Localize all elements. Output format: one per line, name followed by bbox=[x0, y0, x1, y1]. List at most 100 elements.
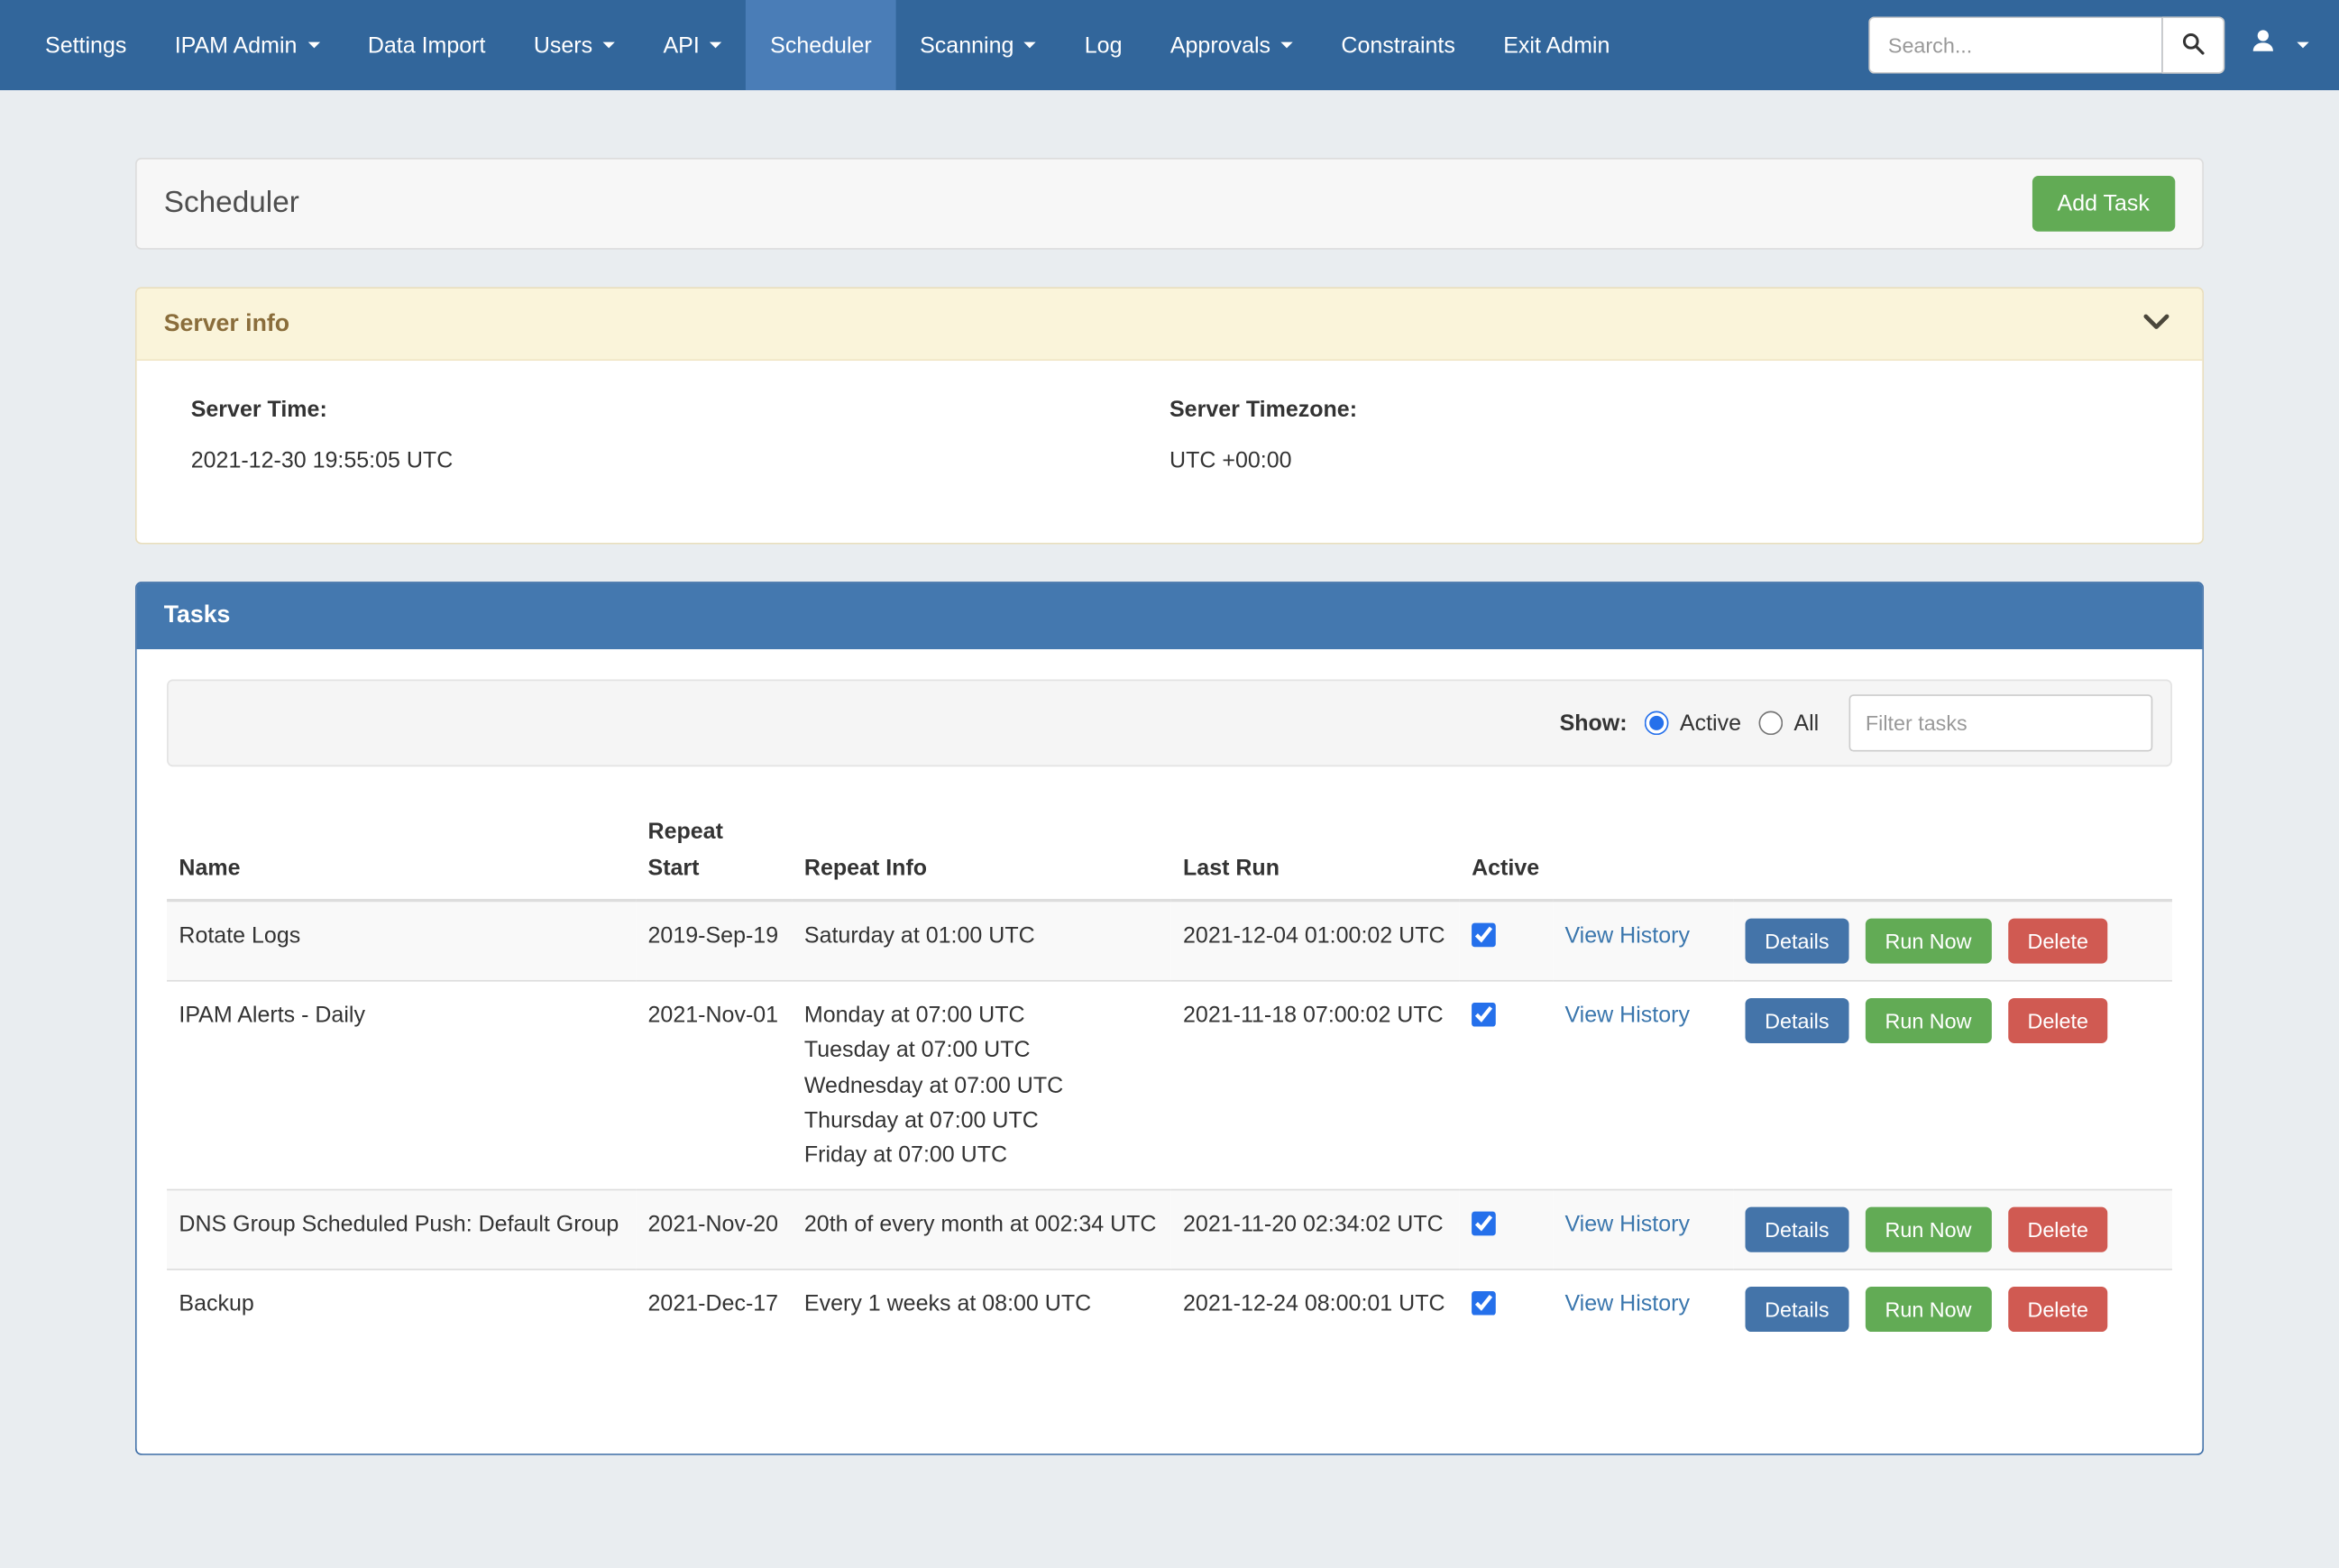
tasks-table-body: Rotate Logs 2019-Sep-19 Saturday at 01:0… bbox=[167, 901, 2172, 1349]
task-repeat-start: 2021-Nov-01 bbox=[636, 981, 792, 1190]
task-name: IPAM Alerts - Daily bbox=[167, 981, 636, 1190]
nav-item-scheduler[interactable]: Scheduler bbox=[746, 0, 895, 90]
magnifier-icon bbox=[2181, 31, 2206, 60]
caret-down-icon bbox=[1024, 42, 1036, 49]
column-header-last-run: Last Run bbox=[1171, 802, 1460, 900]
server-timezone-value: UTC +00:00 bbox=[1170, 448, 2148, 473]
show-active-option[interactable]: Active bbox=[1646, 711, 1741, 736]
nav-item-constraints[interactable]: Constraints bbox=[1317, 0, 1480, 90]
main-container: Scheduler Add Task Server info Server Ti… bbox=[135, 90, 2204, 1455]
run-now-button[interactable]: Run Now bbox=[1866, 919, 1991, 964]
user-menu[interactable] bbox=[2249, 27, 2309, 63]
run-now-button[interactable]: Run Now bbox=[1866, 1207, 1991, 1252]
chevron-down-icon bbox=[2143, 313, 2169, 335]
nav-item-approvals[interactable]: Approvals bbox=[1146, 0, 1317, 90]
nav-item-data-import[interactable]: Data Import bbox=[344, 0, 509, 90]
server-info-title: Server info bbox=[164, 310, 289, 337]
task-name: Backup bbox=[167, 1270, 636, 1349]
table-row: IPAM Alerts - Daily 2021-Nov-01 Monday a… bbox=[167, 981, 2172, 1190]
tasks-table: Name Repeat Start Repeat Info Last Run A… bbox=[167, 802, 2172, 1349]
show-all-radio[interactable] bbox=[1759, 711, 1784, 736]
server-time-label: Server Time: bbox=[191, 397, 1170, 422]
column-header-active: Active bbox=[1460, 802, 1553, 900]
task-repeat-info: Every 1 weeks at 08:00 UTC bbox=[793, 1270, 1171, 1349]
task-name: DNS Group Scheduled Push: Default Group bbox=[167, 1190, 636, 1270]
table-row: Backup 2021-Dec-17 Every 1 weeks at 08:0… bbox=[167, 1270, 2172, 1349]
task-active-checkbox[interactable] bbox=[1472, 1003, 1496, 1027]
caret-down-icon bbox=[307, 42, 319, 49]
task-active-checkbox[interactable] bbox=[1472, 1212, 1496, 1236]
page: SettingsIPAM AdminData ImportUsersAPISch… bbox=[0, 0, 2339, 1568]
task-repeat-info: Saturday at 01:00 UTC bbox=[793, 901, 1171, 981]
task-repeat-start: 2021-Nov-20 bbox=[636, 1190, 792, 1270]
show-active-label: Active bbox=[1680, 711, 1741, 736]
view-history-link[interactable]: View History bbox=[1564, 1003, 1690, 1028]
show-all-option[interactable]: All bbox=[1759, 711, 1819, 736]
caret-down-icon bbox=[1281, 42, 1293, 49]
task-last-run: 2021-12-24 08:00:01 UTC bbox=[1171, 1270, 1460, 1349]
delete-button[interactable]: Delete bbox=[2008, 1287, 2108, 1332]
table-row: Rotate Logs 2019-Sep-19 Saturday at 01:0… bbox=[167, 901, 2172, 981]
column-header-repeat-start: Repeat Start bbox=[636, 802, 792, 900]
filter-tasks-input[interactable] bbox=[1849, 694, 2153, 751]
run-now-button[interactable]: Run Now bbox=[1866, 998, 1991, 1043]
nav-item-settings[interactable]: Settings bbox=[21, 0, 151, 90]
server-time-block: Server Time: 2021-12-30 19:55:05 UTC bbox=[191, 397, 1170, 473]
server-info-body: Server Time: 2021-12-30 19:55:05 UTC Ser… bbox=[137, 361, 2203, 543]
table-header-row: Name Repeat Start Repeat Info Last Run A… bbox=[167, 802, 2172, 900]
add-task-button[interactable]: Add Task bbox=[2032, 176, 2175, 232]
view-history-link[interactable]: View History bbox=[1564, 923, 1690, 949]
top-navbar: SettingsIPAM AdminData ImportUsersAPISch… bbox=[0, 0, 2339, 90]
column-header-history bbox=[1553, 802, 1733, 900]
collapse-toggle-button[interactable] bbox=[2138, 309, 2176, 338]
view-history-link[interactable]: View History bbox=[1564, 1212, 1690, 1237]
search-input[interactable] bbox=[1868, 16, 2161, 73]
tasks-panel: Tasks Show: Active All bbox=[135, 582, 2204, 1455]
page-title: Scheduler bbox=[164, 187, 299, 221]
nav-item-scanning[interactable]: Scanning bbox=[895, 0, 1060, 90]
column-header-name: Name bbox=[167, 802, 636, 900]
view-history-link[interactable]: View History bbox=[1564, 1291, 1690, 1316]
details-button[interactable]: Details bbox=[1746, 998, 1849, 1043]
task-active-checkbox[interactable] bbox=[1472, 1291, 1496, 1316]
task-active-checkbox[interactable] bbox=[1472, 923, 1496, 948]
details-button[interactable]: Details bbox=[1746, 919, 1849, 964]
delete-button[interactable]: Delete bbox=[2008, 919, 2108, 964]
table-row: DNS Group Scheduled Push: Default Group … bbox=[167, 1190, 2172, 1270]
caret-down-icon bbox=[603, 42, 615, 49]
navbar-search bbox=[1868, 16, 2224, 73]
nav-item-users[interactable]: Users bbox=[509, 0, 639, 90]
tasks-title: Tasks bbox=[164, 603, 231, 628]
column-header-actions bbox=[1733, 802, 2172, 900]
task-repeat-start: 2021-Dec-17 bbox=[636, 1270, 792, 1349]
nav-item-log[interactable]: Log bbox=[1060, 0, 1146, 90]
task-repeat-start: 2019-Sep-19 bbox=[636, 901, 792, 981]
details-button[interactable]: Details bbox=[1746, 1287, 1849, 1332]
tasks-panel-heading: Tasks bbox=[137, 583, 2203, 649]
nav-item-ipam-admin[interactable]: IPAM Admin bbox=[151, 0, 344, 90]
delete-button[interactable]: Delete bbox=[2008, 998, 2108, 1043]
show-label: Show: bbox=[1560, 711, 1628, 736]
search-button[interactable] bbox=[2161, 16, 2224, 73]
server-info-panel: Server info Server Time: 2021-12-30 19:5… bbox=[135, 287, 2204, 544]
column-header-repeat-info: Repeat Info bbox=[793, 802, 1171, 900]
person-silhouette-icon bbox=[2249, 27, 2278, 63]
run-now-button[interactable]: Run Now bbox=[1866, 1287, 1991, 1332]
server-info-heading[interactable]: Server info bbox=[137, 289, 2203, 361]
caret-down-icon bbox=[2297, 42, 2308, 49]
task-last-run: 2021-11-20 02:34:02 UTC bbox=[1171, 1190, 1460, 1270]
details-button[interactable]: Details bbox=[1746, 1207, 1849, 1252]
navbar-items: SettingsIPAM AdminData ImportUsersAPISch… bbox=[21, 0, 1634, 90]
server-timezone-block: Server Timezone: UTC +00:00 bbox=[1170, 397, 2148, 473]
server-timezone-label: Server Timezone: bbox=[1170, 397, 2148, 422]
task-last-run: 2021-11-18 07:00:02 UTC bbox=[1171, 981, 1460, 1190]
delete-button[interactable]: Delete bbox=[2008, 1207, 2108, 1252]
task-repeat-info: 20th of every month at 002:34 UTC bbox=[793, 1190, 1171, 1270]
task-name: Rotate Logs bbox=[167, 901, 636, 981]
nav-item-exit-admin[interactable]: Exit Admin bbox=[1480, 0, 1635, 90]
nav-item-api[interactable]: API bbox=[639, 0, 747, 90]
scheduler-header-panel: Scheduler Add Task bbox=[135, 158, 2204, 250]
show-all-label: All bbox=[1793, 711, 1819, 736]
server-time-value: 2021-12-30 19:55:05 UTC bbox=[191, 448, 1170, 473]
show-active-radio[interactable] bbox=[1646, 711, 1670, 736]
